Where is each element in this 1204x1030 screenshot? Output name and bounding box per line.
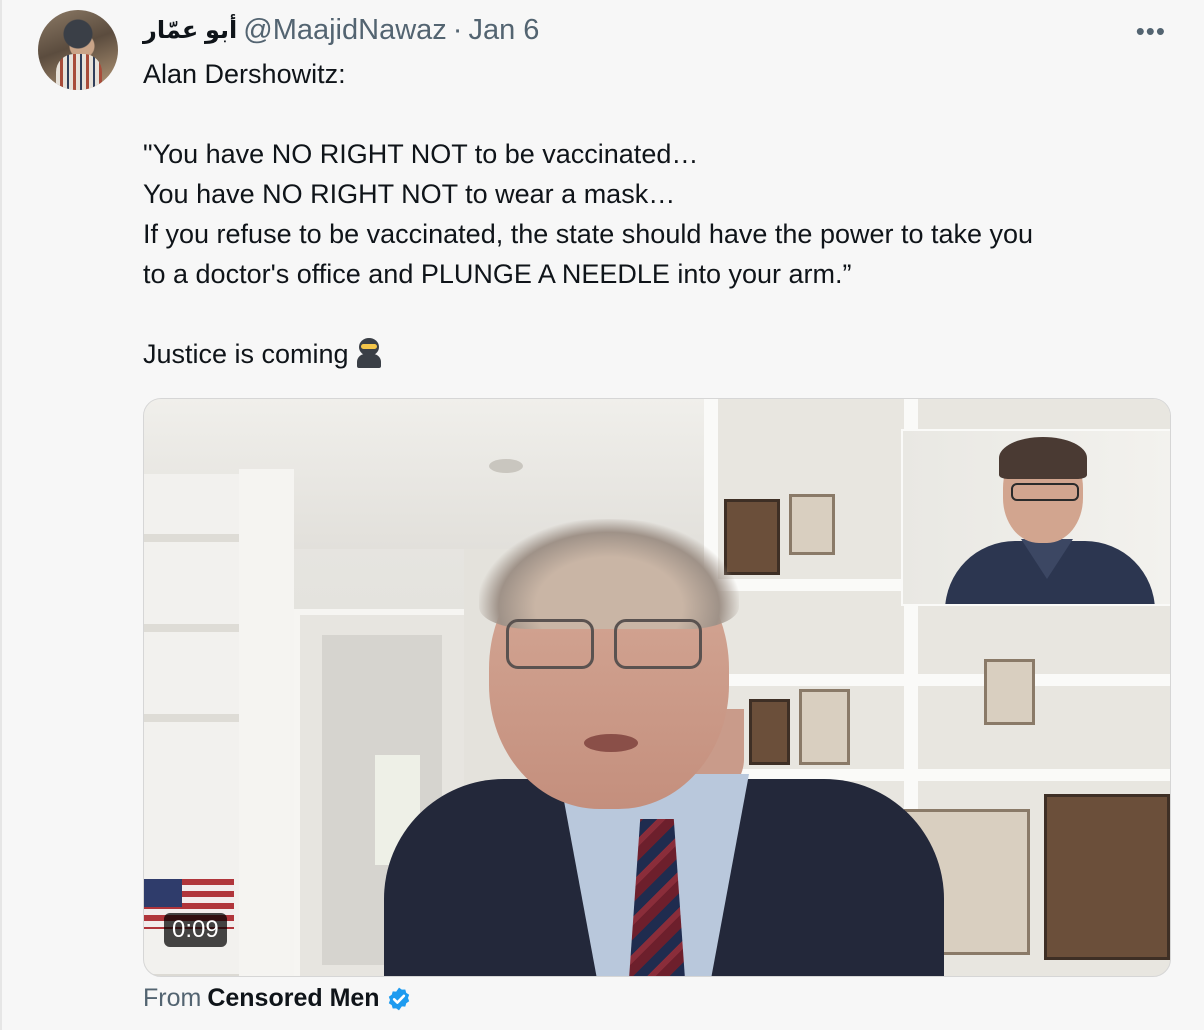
video-attribution: From Censored Men [143, 984, 412, 1013]
tweet-line-1: Alan Dershowitz: [143, 59, 346, 89]
tweet-text: Alan Dershowitz: "You have NO RIGHT NOT … [143, 54, 1183, 374]
header-separator: · [452, 13, 463, 46]
tweet-line-8: Justice is coming [143, 334, 1183, 374]
video-speaker [384, 519, 944, 976]
video-duration-badge: 0:09 [164, 913, 227, 947]
tweet-date[interactable]: Jan 6 [468, 14, 539, 47]
author-handle[interactable]: @MaajidNawaz [243, 14, 447, 47]
tweet-line-6: to a doctor's office and PLUNGE A NEEDLE… [143, 259, 852, 289]
video-player[interactable]: 0:09 [143, 398, 1171, 977]
left-border [0, 0, 2, 1030]
more-icon[interactable]: ••• [1136, 16, 1166, 47]
video-pillar [239, 469, 294, 976]
attribution-prefix: From [143, 984, 202, 1012]
tweet-line-5: If you refuse to be vaccinated, the stat… [143, 219, 1034, 249]
tweet-header: أبو عمّار @MaajidNawaz · Jan 6 [143, 10, 539, 50]
video-ceiling-light [489, 459, 523, 473]
author-display-name[interactable]: أبو عمّار [143, 16, 237, 45]
ninja-emoji-icon [353, 338, 385, 368]
attribution-source-link[interactable]: Censored Men [207, 984, 379, 1013]
verified-badge-icon [388, 987, 409, 1010]
tweet-line-8-text: Justice is coming [143, 339, 349, 369]
author-avatar[interactable] [38, 10, 118, 90]
video-inset-interviewer [901, 429, 1170, 606]
tweet-line-3: "You have NO RIGHT NOT to be vaccinated… [143, 139, 699, 169]
avatar-shirt [56, 54, 102, 90]
tweet-line-4: You have NO RIGHT NOT to wear a mask… [143, 179, 676, 209]
